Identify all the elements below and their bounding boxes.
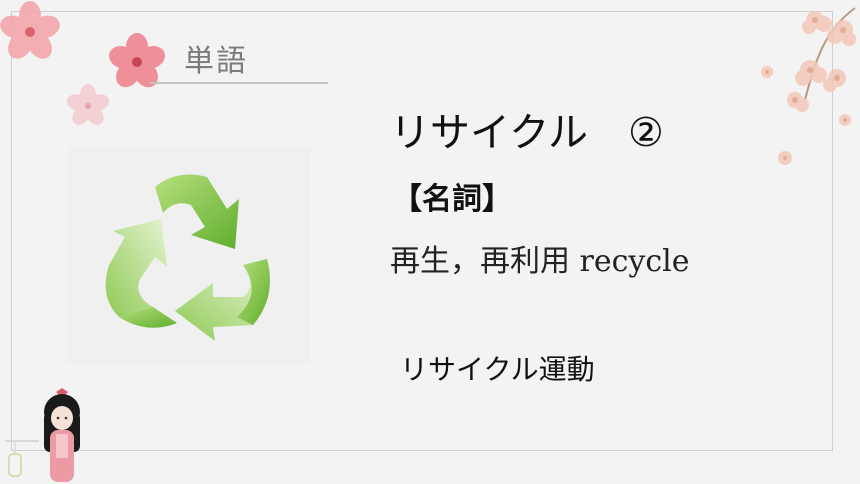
cherry-blossom-branch-icon xyxy=(761,7,856,165)
part-of-speech: 【名詞】 xyxy=(392,182,512,217)
vocab-word-text: リサイクル xyxy=(390,110,588,156)
example-phrase: リサイクル運動 xyxy=(400,353,595,386)
accent-number: ② xyxy=(628,110,664,156)
recycle-icon xyxy=(105,174,270,341)
kokeshi-doll-icon xyxy=(44,388,80,482)
lantern-icon xyxy=(5,440,39,477)
recycle-image xyxy=(67,147,310,364)
word-meaning: 再生，再利用 recycle xyxy=(390,244,690,279)
cherry-blossom-icon xyxy=(66,84,110,125)
section-label: 単語 xyxy=(184,44,248,79)
vocab-word: リサイクル ② xyxy=(390,100,664,158)
cherry-blossom-icon xyxy=(0,1,60,59)
section-divider xyxy=(150,82,328,84)
